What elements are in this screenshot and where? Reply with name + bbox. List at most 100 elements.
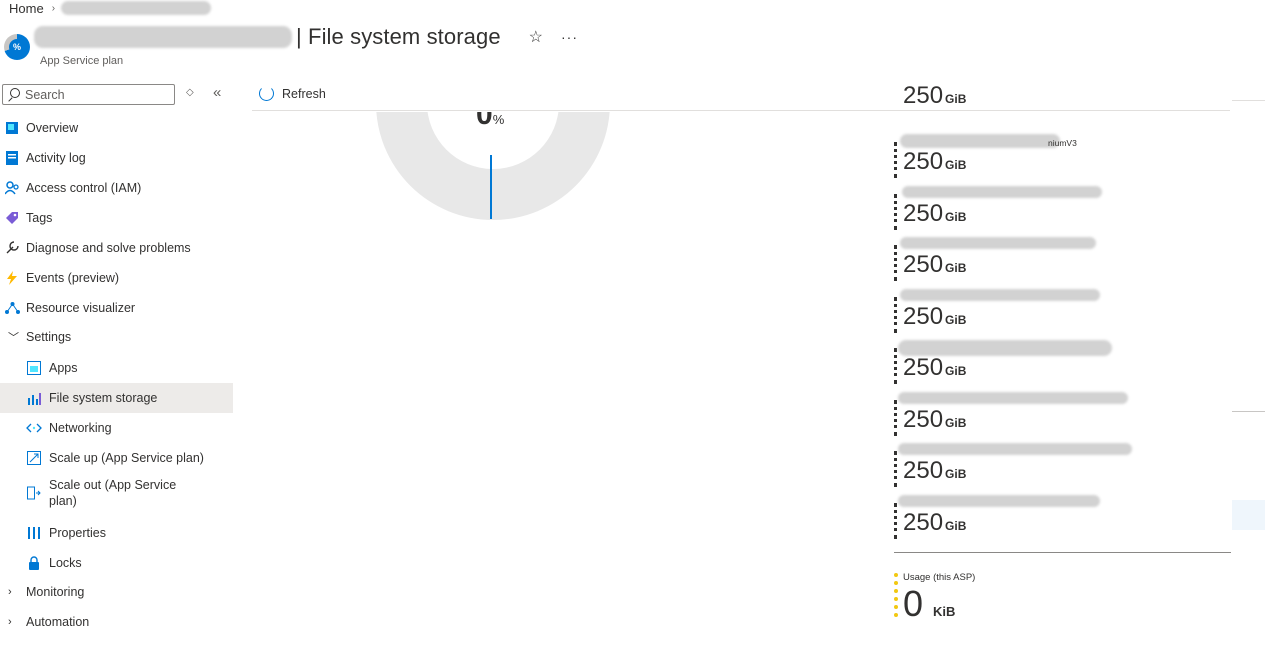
tag-icon [4,210,20,226]
scale-out-icon [26,485,42,501]
sort-icon[interactable]: ◇ [186,87,194,98]
sidebar-item-label: File system storage [49,391,158,405]
sidebar-search[interactable] [2,84,175,105]
sidebar-item-file-system-storage[interactable]: File system storage [0,383,233,413]
sidebar-item-label: Resource visualizer [26,301,136,315]
chevron-right-icon: › [8,586,12,598]
properties-icon [26,525,42,541]
apps-icon [26,360,42,376]
sidebar-item-label: Apps [49,361,78,375]
storage-tile: 250 GiB [894,186,1230,236]
tile-value: 250 [903,406,944,433]
sidebar-item-label: Diagnose and solve problems [26,241,191,255]
sidebar-item-label: Locks [49,556,82,570]
usage-tile: Usage (this ASP) 0 KiB [894,571,1094,624]
tile-unit: GiB [945,92,967,106]
sidebar-item-label: Networking [49,421,112,435]
tile-unit: GiB [945,519,967,533]
storage-tiles: 250 GiB niumV3 250 GiB 250 GiB 250 GiB 250 Gi… [894,86,1230,560]
sidebar-item-properties[interactable]: Properties [0,518,233,548]
sidebar-item-label: Activity log [26,151,86,165]
storage-tile: 250 GiB [894,495,1230,545]
sidebar-item-diagnose[interactable]: Diagnose and solve problems [0,233,233,263]
search-input[interactable] [25,87,165,102]
donut-usage-marker [490,155,492,219]
page-header: | File system storage ☆ ··· App Service … [4,22,704,70]
storage-tile: 250 GiB [894,443,1230,493]
scale-up-icon [26,450,42,466]
tile-unit: GiB [945,313,967,327]
tile-unit: GiB [945,467,967,481]
sidebar-item-label: Access control (IAM) [26,181,142,195]
lightning-icon [4,270,20,286]
right-pane-highlight [1232,500,1265,530]
sidebar-item-networking[interactable]: Networking [0,413,233,443]
sidebar-item-label: Overview [26,121,79,135]
tile-value: 250 [903,86,944,109]
sidebar-item-resource-visualizer[interactable]: Resource visualizer [0,293,233,323]
activity-log-icon [4,150,20,166]
sidebar: ◇ « Overview Activity log Access control… [0,82,233,650]
storage-tile: 250 GiB [894,86,1230,126]
tile-value: 250 [903,303,944,330]
breadcrumb-resource-link-redacted[interactable] [61,1,212,15]
sidebar-item-overview[interactable]: Overview [0,113,233,143]
resource-type-subtitle: App Service plan [40,55,124,67]
sidebar-item-locks[interactable]: Locks [0,548,233,578]
favorite-star-icon[interactable]: ☆ [529,27,543,47]
sidebar-item-apps[interactable]: Apps [0,353,233,383]
search-icon [7,88,20,101]
tile-unit: GiB [945,416,967,430]
page-title: | File system storage [296,24,501,49]
usage-value: 0 KiB [903,583,955,625]
collapse-sidebar-icon[interactable]: « [213,84,221,101]
storage-tile: 250 GiB [894,289,1230,339]
tile-value: 250 [903,148,944,175]
sidebar-item-activity-log[interactable]: Activity log [0,143,233,173]
chevron-right-icon: › [8,616,12,628]
sidebar-group-label: Automation [26,615,90,629]
sidebar-group-automation[interactable]: › Automation [0,607,233,637]
sidebar-item-scale-out[interactable]: Scale out (App Service plan) [0,473,233,513]
resource-name-redacted [34,26,292,48]
sidebar-item-label: Scale up (App Service plan) [49,451,204,465]
more-options-icon[interactable]: ··· [561,29,578,45]
iam-icon [4,180,20,196]
sidebar-group-monitoring[interactable]: › Monitoring [0,577,233,607]
right-pane-divider [1232,100,1265,101]
visualizer-icon [4,300,20,316]
sidebar-group-label: Monitoring [26,585,85,599]
sidebar-item-iam[interactable]: Access control (IAM) [0,173,233,203]
donut-percent-value: 0 [476,112,493,131]
tile-value: 250 [903,509,944,536]
breadcrumb-separator: › [51,2,56,14]
refresh-button[interactable]: Refresh [259,86,326,101]
sidebar-item-events[interactable]: Events (preview) [0,263,233,293]
chevron-down-icon: ﹀ [8,332,19,344]
sidebar-group-settings[interactable]: ﹀ Settings [0,322,233,352]
sidebar-item-scale-up[interactable]: Scale up (App Service plan) [0,443,233,473]
tile-label-redacted [902,186,1102,198]
storage-tile: 250 GiB [894,237,1230,287]
tile-value: 250 [903,251,944,278]
tile-unit: GiB [945,364,967,378]
sidebar-item-label: Properties [49,526,106,540]
breadcrumb: Home › [9,0,212,16]
tile-label-partial: niumV3 [1048,138,1077,148]
storage-tile: 250 GiB [894,392,1230,442]
tile-value: 250 [903,457,944,484]
sidebar-item-label: Events (preview) [26,271,120,285]
usage-value-number: 0 [903,583,924,624]
app-service-plan-icon [4,34,30,60]
overview-icon [4,120,20,136]
chart-icon [26,390,42,406]
tile-value: 250 [903,354,944,381]
tiles-divider [894,552,1231,553]
refresh-icon [259,86,274,101]
tile-value: 250 [903,200,944,227]
tile-unit: GiB [945,210,967,224]
lock-icon [26,555,42,571]
tile-label-redacted [900,289,1100,301]
breadcrumb-home-link[interactable]: Home [9,1,44,16]
sidebar-item-tags[interactable]: Tags [0,203,233,233]
